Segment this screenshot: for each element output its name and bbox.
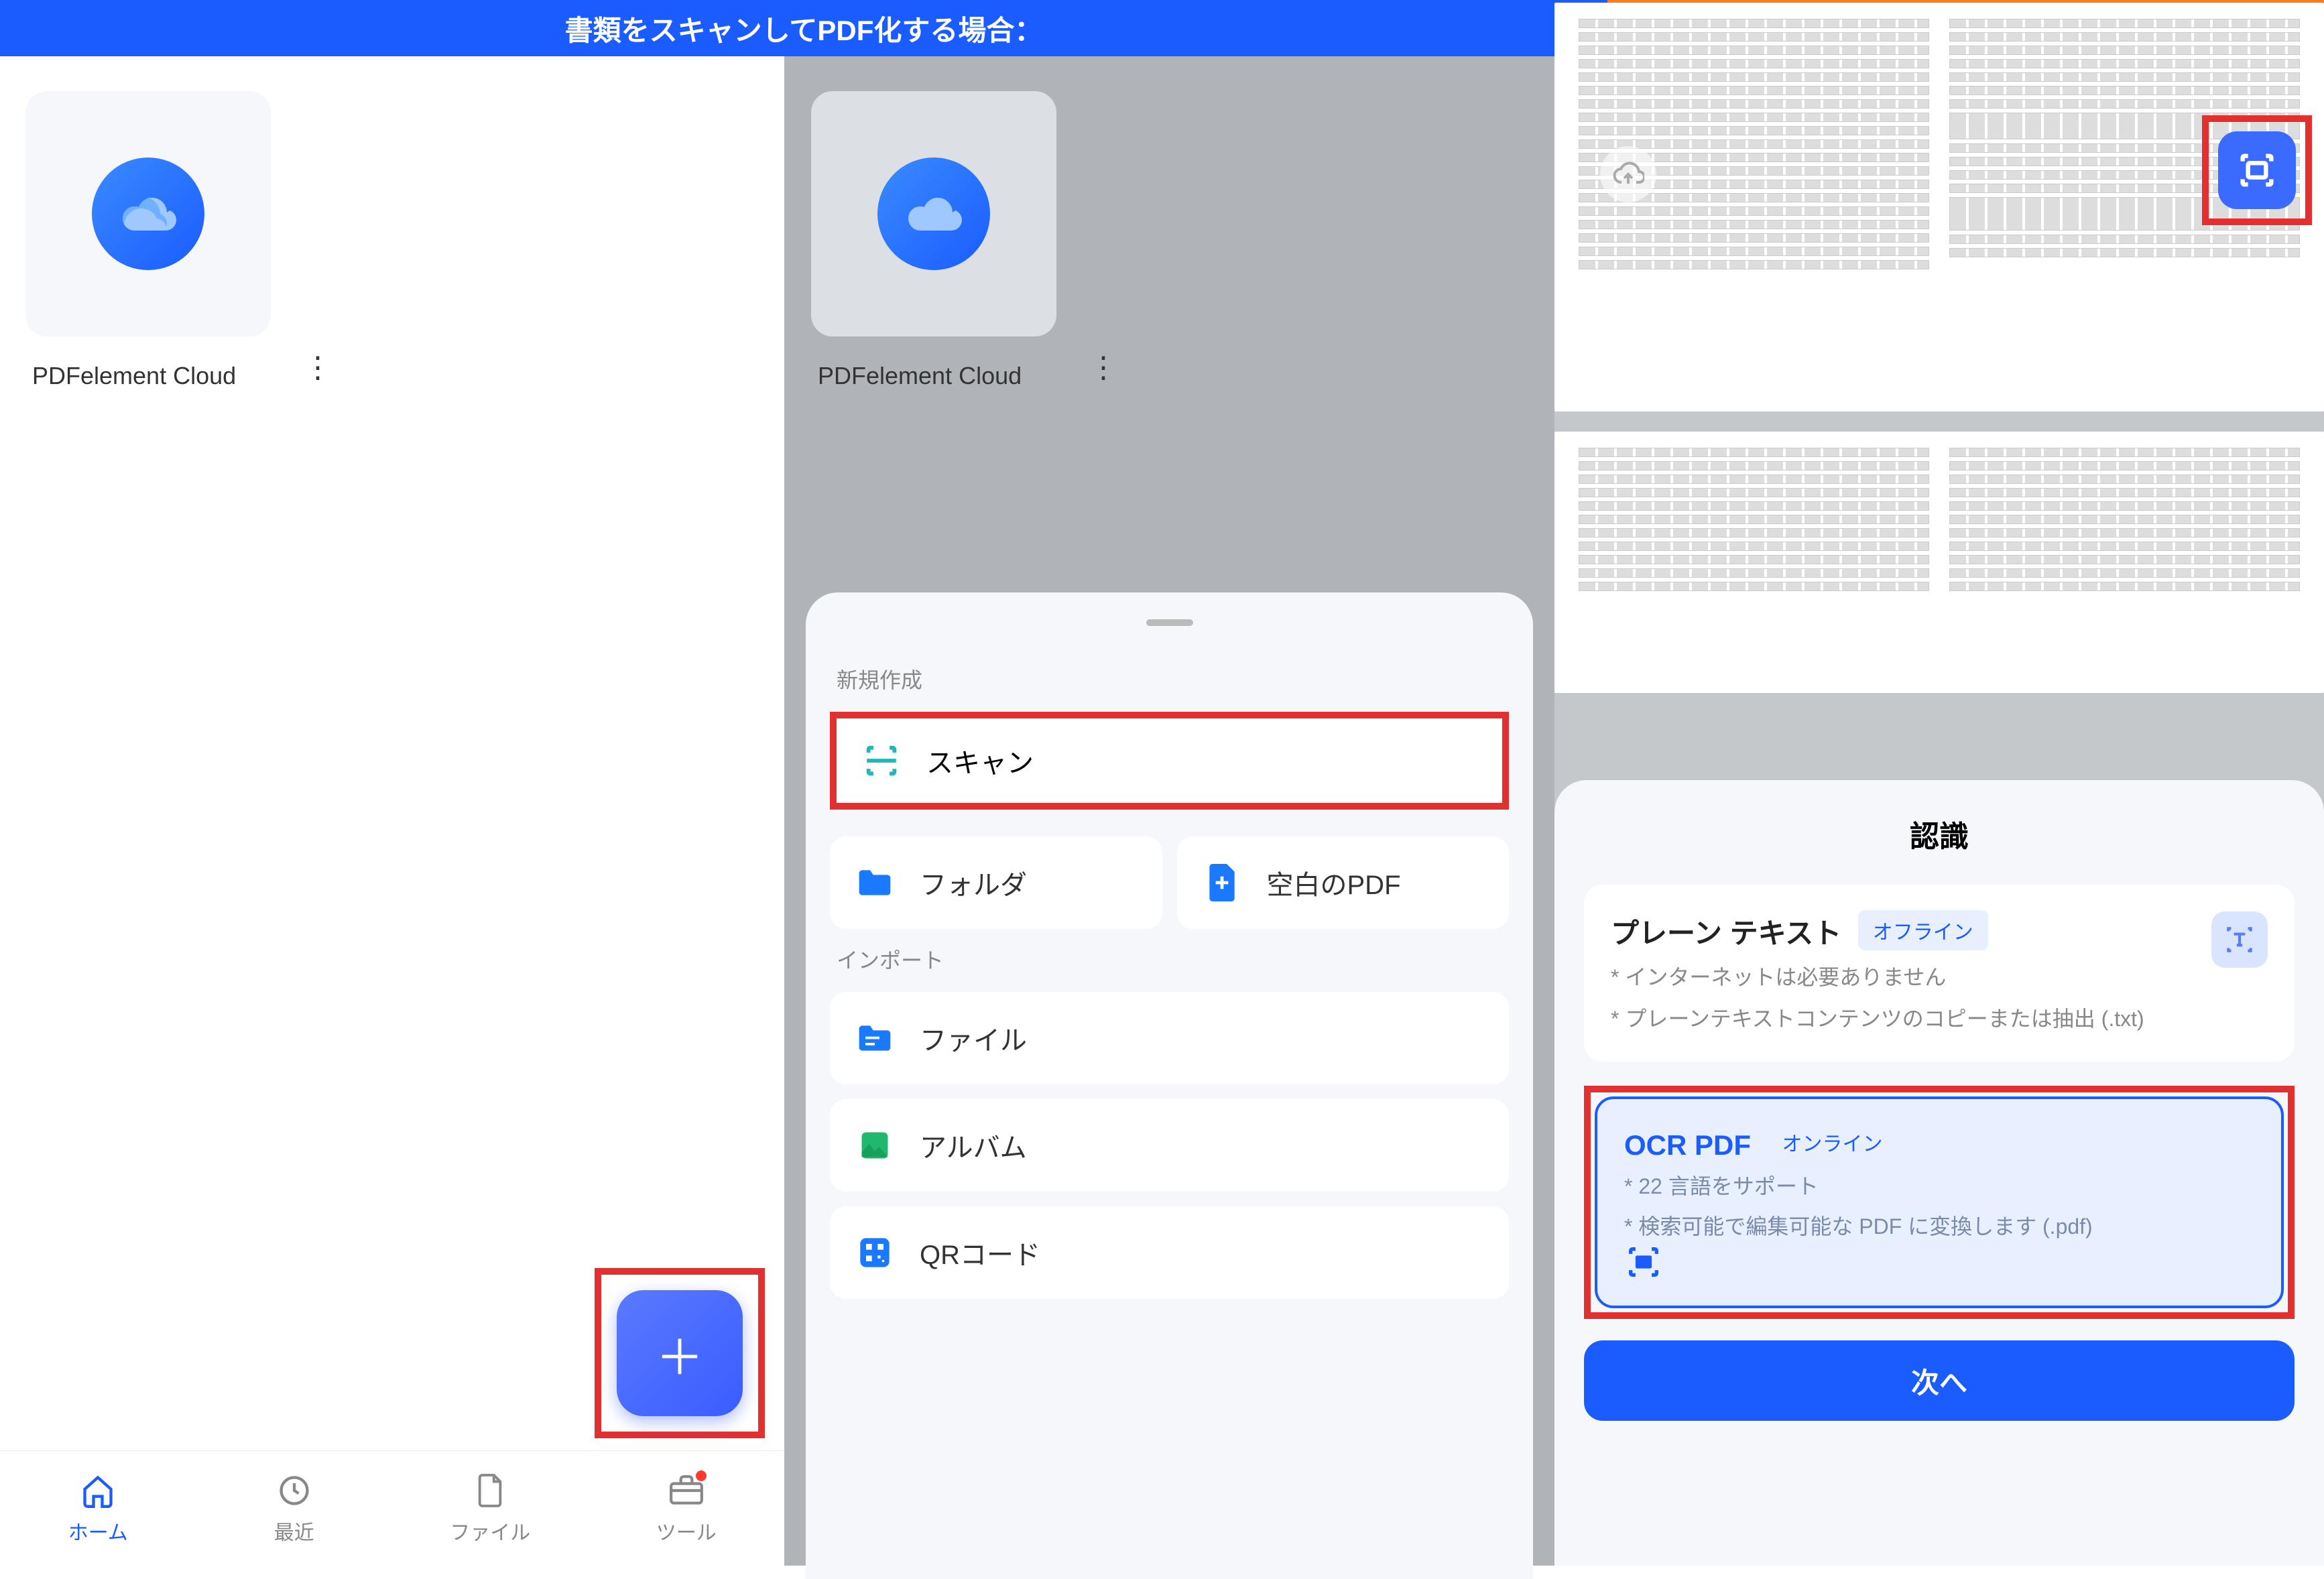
home-icon [79,1472,117,1509]
cloud-folder-card-dimmed: PDFelement Cloud [811,91,1056,390]
offline-badge: オフライン [1858,910,1988,950]
more-icon[interactable] [303,351,331,385]
home-panel: PDFelement Cloud ＋ ホーム 最近 ファイル ツール [0,56,784,1566]
text-icon [2211,911,2268,968]
qr-item[interactable]: QRコード [830,1206,1509,1299]
clock-icon [276,1472,313,1509]
qr-icon [855,1233,894,1272]
scan-button[interactable] [2218,131,2296,209]
files-icon [855,1019,894,1058]
section-new: 新規作成 [837,664,1509,694]
tab-recent[interactable]: 最近 [196,1451,393,1566]
tab-home[interactable]: ホーム [0,1451,196,1566]
cloud-folder-label: PDFelement Cloud [25,362,271,390]
tab-bar: ホーム 最近 ファイル ツール [0,1450,784,1566]
folder-item[interactable]: フォルダ [830,836,1162,929]
add-button[interactable]: ＋ [617,1290,743,1416]
sheet-grip[interactable] [1146,619,1193,626]
tab-tools[interactable]: ツール [589,1451,785,1566]
blank-pdf-icon [1203,863,1241,902]
notification-dot [696,1470,707,1481]
recognition-title: 認識 [1584,812,2295,855]
sheet-panel: PDFelement Cloud 新規作成 スキャン フォルダ 空白のPDF イ… [784,56,1554,1566]
scan-icon [862,741,901,780]
plain-text-option[interactable]: プレーン テキスト オフライン * インターネットは必要ありません * プレーン… [1584,885,2295,1062]
doc-page-2 [1554,432,2324,693]
next-button[interactable]: 次へ [1584,1340,2295,1421]
recognition-panel: 認識 プレーン テキスト オフライン * インターネットは必要ありません * プ… [1554,56,2324,1566]
ocr-pdf-option[interactable]: OCR PDF オンライン * 22 言語をサポート * 検索可能で編集可能な … [1595,1096,2284,1308]
toolbox-icon [668,1472,705,1509]
folder-icon [855,863,894,902]
section-import: インポート [837,944,1509,974]
new-sheet: 新規作成 スキャン フォルダ 空白のPDF インポート ファイル アルバム [806,592,1533,1579]
tab-files[interactable]: ファイル [392,1451,589,1566]
upload-button[interactable] [1600,146,1656,202]
file-item[interactable]: ファイル [830,992,1509,1084]
ocr-highlight: OCR PDF オンライン * 22 言語をサポート * 検索可能で編集可能な … [1584,1086,2295,1319]
cloud-icon [92,157,204,270]
scan-item[interactable]: スキャン [837,718,1502,803]
file-icon [471,1472,509,1509]
album-icon [855,1126,894,1165]
ocr-icon [1624,1243,2254,1281]
cloud-folder-card[interactable]: PDFelement Cloud [25,91,271,390]
online-badge: オンライン [1767,1122,1897,1162]
more-icon [1089,351,1117,385]
recognition-sheet: 認識 プレーン テキスト オフライン * インターネットは必要ありません * プ… [1554,780,2324,1566]
cloud-folder-thumb [25,91,271,336]
fab-highlight: ＋ [595,1268,765,1438]
blank-pdf-item[interactable]: 空白のPDF [1177,836,1510,929]
banner-scan: 書類をスキャンしてPDF化する場合： [0,0,1607,56]
cloud-icon [877,157,990,270]
scan-highlight: スキャン [830,712,1509,810]
album-item[interactable]: アルバム [830,1099,1509,1192]
scan-button-highlight [2202,115,2312,225]
